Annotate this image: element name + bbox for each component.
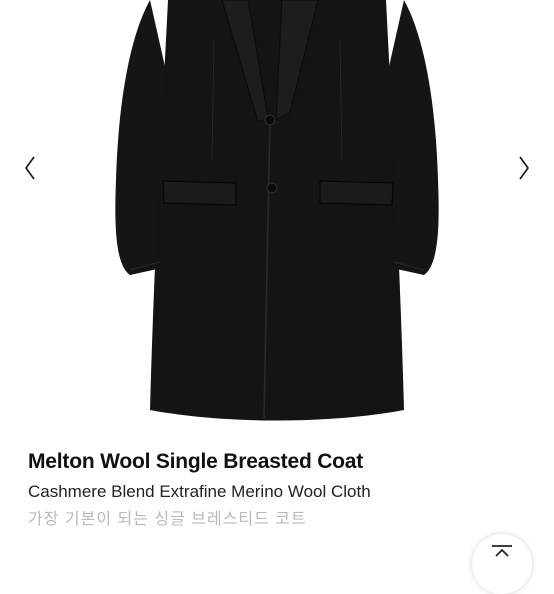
product-title: Melton Wool Single Breasted Coat [28, 450, 364, 473]
chevron-left-icon [25, 156, 35, 180]
gallery-next-button[interactable] [504, 148, 544, 188]
product-gallery [0, 0, 554, 430]
chevron-right-icon [519, 156, 529, 180]
gallery-prev-button[interactable] [10, 148, 50, 188]
scroll-to-top-button[interactable] [472, 534, 532, 594]
product-description: 가장 기본이 되는 싱글 브레스티드 코트 [28, 511, 307, 528]
scroll-to-top-icon [492, 545, 512, 557]
product-subtitle: Cashmere Blend Extrafine Merino Wool Clo… [28, 482, 371, 501]
product-info: Melton Wool Single Breasted Coat Cashmer… [28, 448, 534, 531]
product-image [115, 0, 439, 421]
